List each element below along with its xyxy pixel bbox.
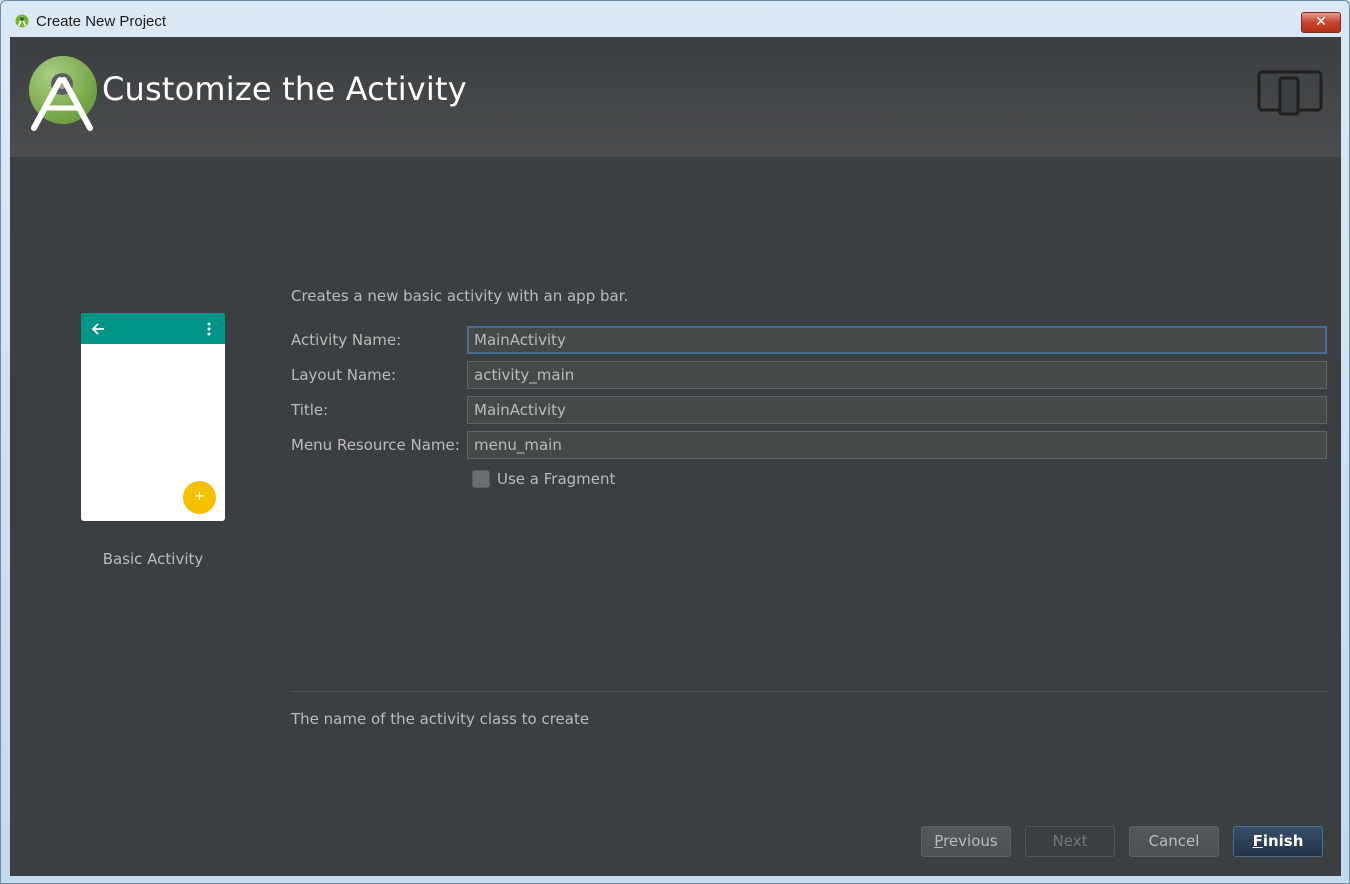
field-help-text: The name of the activity class to create [291,710,590,728]
next-button[interactable]: Next [1025,826,1115,857]
title-bar[interactable]: Create New Project ✕ [1,1,1349,37]
use-fragment-checkbox[interactable] [472,470,490,488]
arrow-back-icon [91,323,104,335]
page-title: Customize the Activity [102,70,467,108]
divider [291,691,1327,692]
activity-preview-card: + [81,313,225,521]
previous-label: revious [943,832,998,850]
close-button[interactable]: ✕ [1301,12,1341,33]
window-title: Create New Project [36,13,167,30]
layout-name-input[interactable] [467,361,1327,389]
finish-button[interactable]: Finish [1233,826,1323,857]
use-fragment-label[interactable]: Use a Fragment [497,470,615,488]
floating-action-button-icon: + [183,481,216,514]
dialog-window: Create New Project ✕ Customize the Activ… [0,0,1350,884]
previous-button[interactable]: Previous [921,826,1011,857]
title-label: Title: [291,401,329,419]
activity-name-label: Activity Name: [291,331,402,349]
previous-mnemonic: P [934,832,944,850]
activity-type-label: Basic Activity [102,550,204,568]
finish-label: inish [1262,832,1304,850]
wizard-header: Customize the Activity [10,37,1341,157]
cancel-button[interactable]: Cancel [1129,826,1219,857]
activity-description: Creates a new basic activity with an app… [291,287,629,305]
android-studio-small-icon [15,14,29,28]
title-input[interactable] [467,396,1327,424]
finish-mnemonic: F [1252,832,1263,850]
menu-resource-name-input[interactable] [467,431,1327,459]
activity-name-input[interactable] [467,326,1327,354]
tablet-phone-icon [1257,70,1323,116]
preview-app-bar [81,313,225,344]
android-studio-logo-icon [29,56,97,131]
layout-name-label: Layout Name: [291,366,397,384]
menu-resource-name-label: Menu Resource Name: [291,436,460,454]
dialog-content: Customize the Activity + Basic Activity … [10,37,1341,876]
overflow-menu-icon [207,322,211,336]
